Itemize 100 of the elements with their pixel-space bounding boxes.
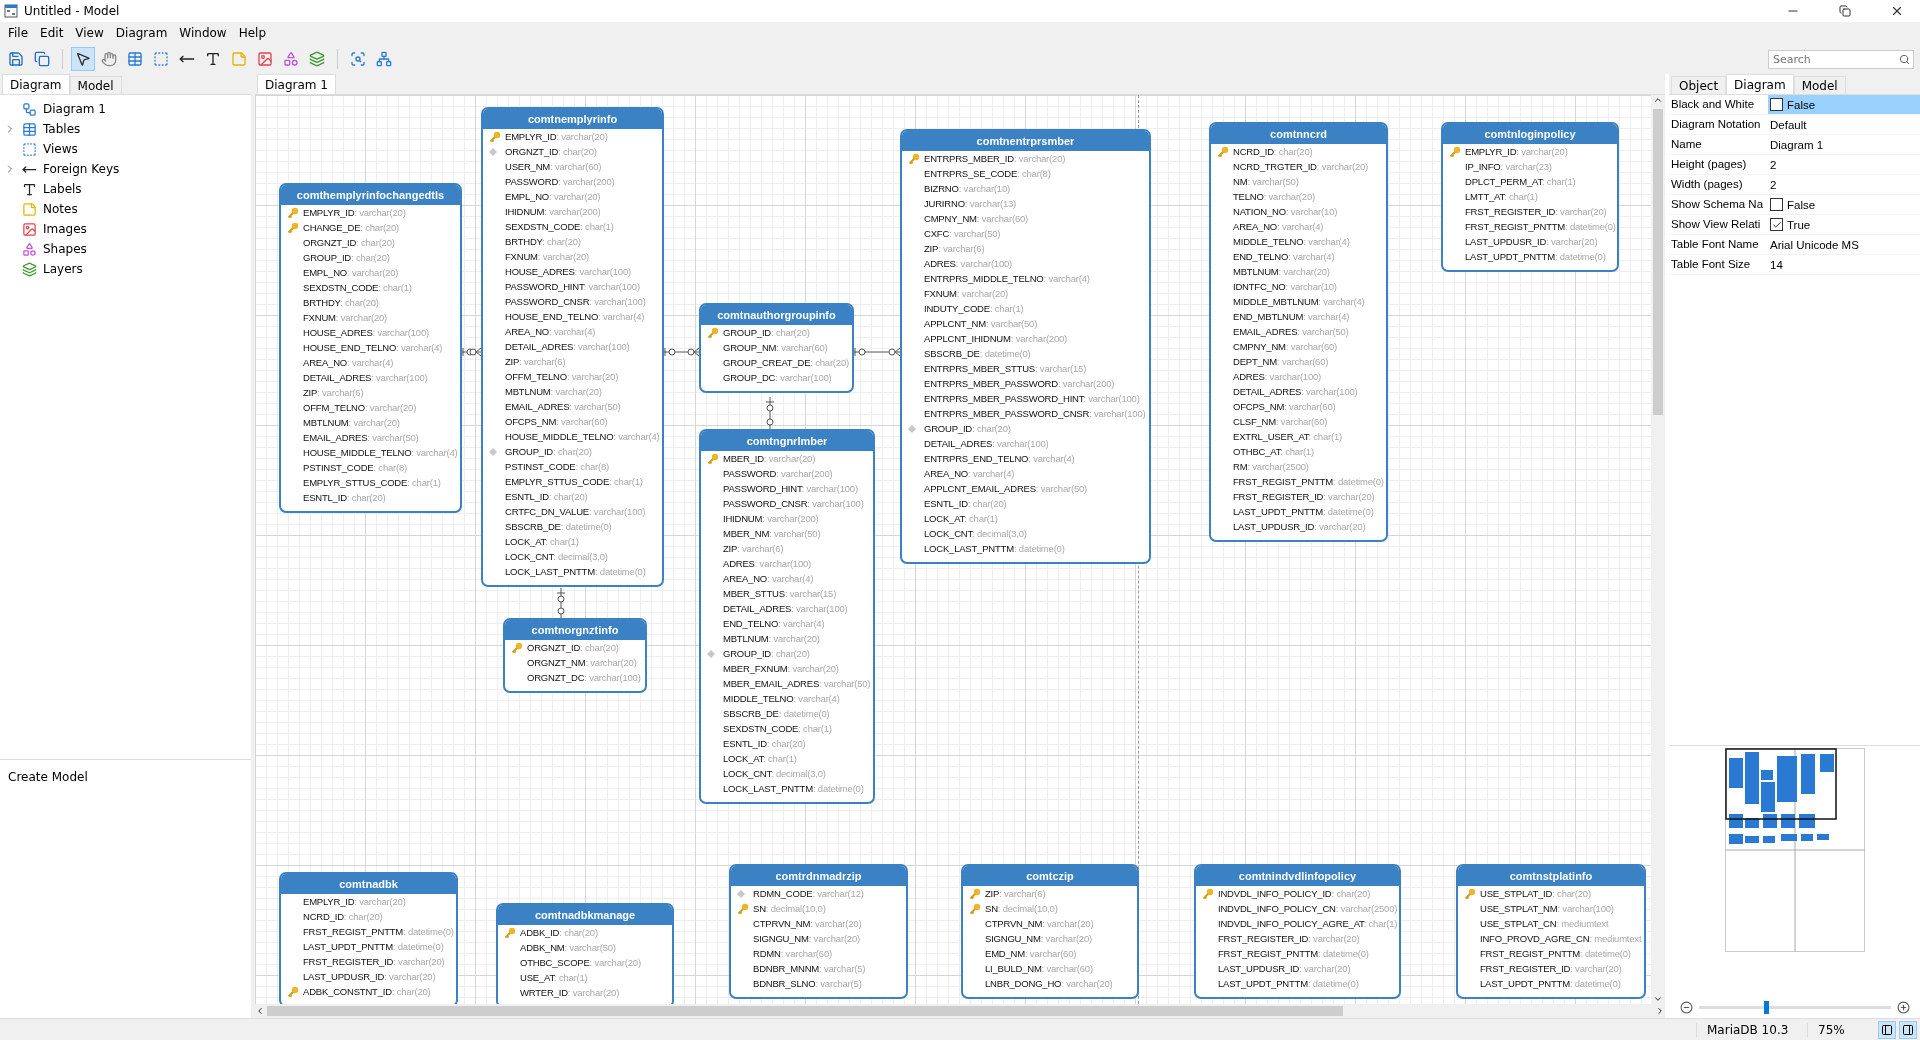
column-entry: IHIDNUM: varchar(200) [723, 513, 819, 524]
column-entry: PASSWORD_HINT: varchar(100) [505, 281, 640, 292]
checkbox[interactable] [1770, 218, 1783, 231]
column-entry: EMPLYR_STTUS_CODE: char(1) [303, 477, 441, 488]
property-value[interactable]: Arial Unicode MS [1770, 238, 1859, 251]
column-entry: LOCK_CNT: decimal(3,0) [924, 528, 1027, 539]
menu-item[interactable]: View [69, 24, 110, 42]
scroll-left-icon[interactable] [255, 1006, 265, 1016]
property-name: Black and White [1669, 95, 1768, 114]
tree-item[interactable]: Labels [0, 179, 251, 199]
table-card[interactable] [481, 107, 664, 587]
search-field[interactable]: Search [1768, 49, 1914, 69]
column-entry: IP_INFO: varchar(23) [1465, 161, 1552, 172]
column-entry: AREA_NO: varchar(4) [924, 468, 1015, 479]
table-card[interactable]: comtnadbkmanage ADBK_ID: char(20) ADBK_NM: varchar(50) OTHBC_SCOPE: varchar(20) USE_AT: char(1) WRTER_ID: varchar(20) [496, 903, 674, 1004]
table-title: comtngnrlmber [701, 431, 873, 451]
slider-thumb[interactable] [1763, 1000, 1769, 1014]
column-entry: GROUP_CREAT_DE: char(20) [723, 357, 849, 368]
property-value[interactable]: Default [1770, 118, 1807, 131]
menu-item[interactable]: Diagram [109, 24, 174, 42]
column-entry: SIGNGU_NM: varchar(20) [985, 933, 1092, 944]
scroll-down-icon[interactable] [1653, 994, 1663, 1004]
zoom-out-icon[interactable] [1679, 1000, 1693, 1014]
text-icon [205, 51, 221, 67]
column-entry: IDNTFC_NO: varchar(10) [1233, 281, 1337, 292]
table-card[interactable]: comtnorgnztinfo ORGNZT_ID: char(20) ORGNZT_NM: varchar(20) ORGNZT_DC: varchar(100) [503, 618, 647, 693]
column-entry: JURIRNO: varchar(13) [924, 198, 1017, 209]
menu-item[interactable]: Help [232, 24, 273, 42]
scroll-thumb[interactable] [1653, 109, 1663, 415]
checkbox[interactable] [1770, 98, 1783, 111]
column-entry: EMPL_NO: varchar(20) [303, 267, 399, 278]
column-entry: INFO_PROVD_AGRE_CN: mediumtext [1480, 933, 1642, 944]
column-entry: ADRES: varchar(100) [723, 558, 812, 569]
layout-button[interactable] [1878, 1020, 1896, 1039]
column-entry: EMPLYR_ID: varchar(20) [303, 896, 406, 907]
panel-tab[interactable]: Model [69, 76, 122, 94]
tree-item[interactable]: Foreign Keys [0, 159, 251, 179]
scroll-up-icon[interactable] [1653, 95, 1663, 105]
zoom-in-icon[interactable] [1896, 1000, 1910, 1014]
menu-item[interactable]: Window [173, 24, 233, 42]
menu-item[interactable]: File [2, 24, 35, 42]
panel-tab[interactable]: Diagram [1726, 74, 1794, 94]
scroll-thumb[interactable] [267, 1006, 1343, 1016]
column-entry: EMPLYR_ID: varchar(20) [505, 131, 608, 142]
column-entry: SN: decimal(10,0) [753, 903, 826, 914]
table-card[interactable] [1209, 122, 1388, 542]
table-title: comtrdnmadrzip [731, 866, 906, 886]
table-card[interactable]: comtnauthorgroupinfo GROUP_ID: char(20) GROUP_NM: varchar(60) GROUP_CREAT_DE: char(20) GROUP_DC: varchar(100) [699, 303, 854, 393]
table-title: comtczip [963, 866, 1137, 886]
tree-item[interactable]: Tables [0, 119, 251, 139]
table-card[interactable] [699, 429, 875, 804]
menu-item[interactable]: Edit [34, 24, 70, 42]
horizontal-scrollbar[interactable] [255, 1004, 1665, 1018]
table-card[interactable] [900, 129, 1151, 564]
image-icon [22, 221, 37, 237]
property-value[interactable]: 2 [1770, 178, 1777, 191]
minimap-drawing[interactable] [1724, 748, 1865, 952]
table-card[interactable] [1456, 864, 1646, 999]
column-entry: LOCK_LAST_PNTTM: datetime(0) [924, 543, 1065, 554]
tree-item[interactable]: Diagram 1 [0, 99, 251, 119]
restore-icon[interactable] [1839, 5, 1851, 17]
close-icon[interactable] [1890, 4, 1904, 18]
tree-item[interactable]: Views [0, 139, 251, 159]
vertical-scrollbar[interactable] [1651, 95, 1665, 1004]
table-card[interactable] [1441, 122, 1619, 272]
scroll-right-icon[interactable] [1655, 1006, 1665, 1016]
table-icon [22, 121, 37, 137]
table-card[interactable]: comtnadbk EMPLYR_ID: varchar(20) NCRD_ID: char(20) FRST_REGIST_PNTTM: datetime(0) LAST_UPDT_PNTTM: datetime(0) FRST_REGISTER_ID: varchar(20) LAST_UPDUSR_ID: varchar(20) ADBK_CONSTNT_ID: char(20) [279, 872, 458, 1004]
panel-tab[interactable]: Model [1793, 76, 1846, 94]
column-entry: DETAIL_ADRES: varchar(100) [505, 341, 630, 352]
tree-item[interactable]: Notes [0, 199, 251, 219]
panel-tab[interactable]: Object [1671, 76, 1727, 94]
tree-item[interactable]: Layers [0, 259, 251, 279]
column-entry: LOCK_LAST_PNTTM: datetime(0) [505, 566, 646, 577]
tree-item[interactable]: Images [0, 219, 251, 239]
property-value[interactable]: True [1787, 218, 1811, 231]
column-entry: MBTLNUM: varchar(20) [505, 386, 602, 397]
toolbar-button[interactable] [71, 47, 95, 71]
diagram-tab[interactable]: Diagram 1 [257, 74, 336, 94]
property-value[interactable]: Diagram 1 [1770, 138, 1824, 151]
tree-item[interactable]: Shapes [0, 239, 251, 259]
property-value[interactable]: 14 [1770, 258, 1783, 271]
checkbox[interactable] [1770, 198, 1783, 211]
property-value[interactable]: False [1787, 98, 1816, 111]
column-entry: GROUP_ID: char(20) [723, 327, 810, 338]
diagram-canvas[interactable] [255, 95, 1651, 1004]
property-value[interactable]: False [1787, 198, 1816, 211]
panel-tab[interactable]: Diagram [2, 74, 70, 94]
property-value[interactable]: 2 [1770, 158, 1777, 171]
table-card[interactable] [1194, 864, 1401, 999]
column-entry: BDNBR_SLNO: varchar(5) [753, 978, 862, 989]
table-title: comtnindvdlinfopolicy [1196, 866, 1399, 886]
table-card[interactable]: comtczip ZIP: varchar(6) SN: decimal(10,0) CTPRVN_NM: varchar(20) SIGNGU_NM: varchar(20) EMD_NM: varchar(60) LI_BULD_NM: varchar(60) LNBR_DONG_HO: varchar(20) [961, 864, 1139, 999]
column-entry: LMTT_AT: char(1) [1465, 191, 1538, 202]
column-entry: FXNUM: varchar(20) [924, 288, 1009, 299]
column-entry: TELNO: varchar(20) [1233, 191, 1315, 202]
column-entry: DETAIL_ADRES: varchar(100) [723, 603, 848, 614]
table-card[interactable]: comtrdnmadrzip RDMN_CODE: varchar(12) SN: decimal(10,0) CTPRVN_NM: varchar(20) SIGNGU_NM: varchar(20) RDMN: varchar(60) BDNBR_MNNM: varchar(5) BDNBR_SLNO: varchar(5) [729, 864, 908, 999]
layout-button[interactable] [1899, 1020, 1917, 1039]
table-card[interactable] [279, 183, 462, 513]
